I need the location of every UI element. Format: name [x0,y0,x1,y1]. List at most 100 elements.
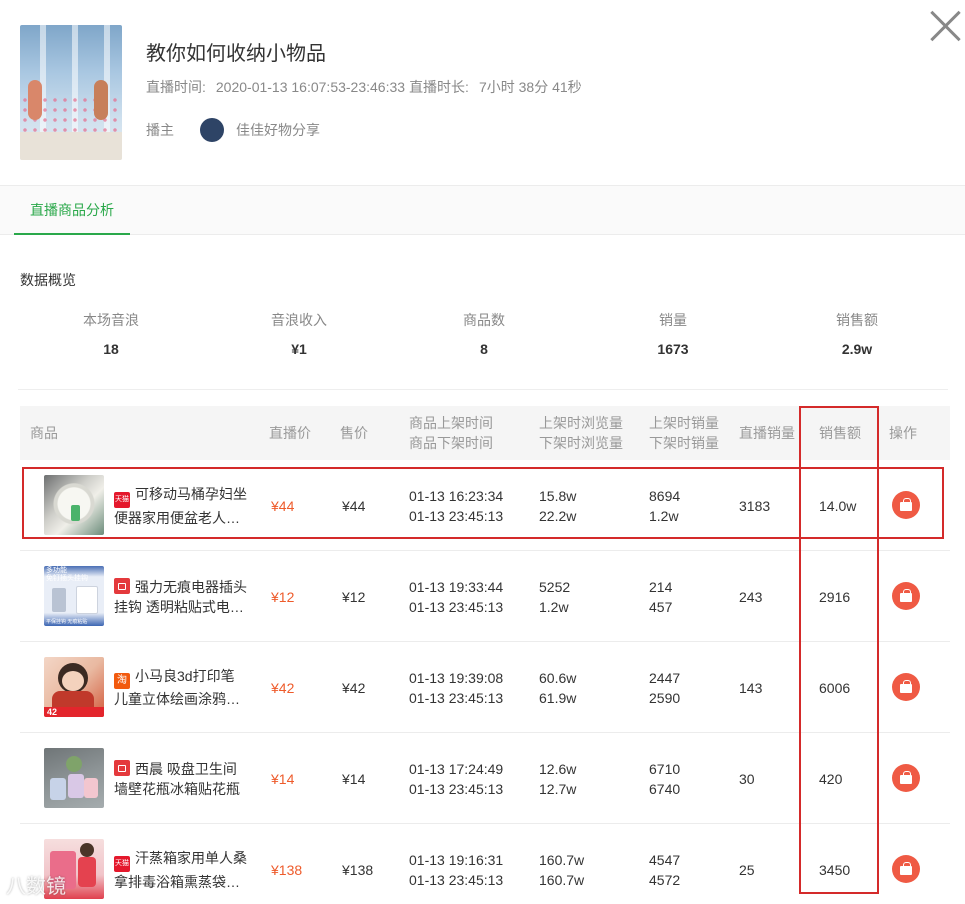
product-thumbnail[interactable]: 多功能 免钉插头挂钩 平保挂钩 无痕粘贴 [44,566,104,626]
sale-price: ¥14 [342,770,366,787]
close-icon[interactable] [929,9,961,41]
on-views: 12.6w [539,760,577,777]
th-revenue: 销售额 [819,425,861,441]
table-row[interactable]: 42 淘小马良3d打印笔 儿童立体绘画涂鸦… ¥42 ¥42 01-13 19:… [20,642,950,733]
sales: 2447 2590 [649,642,680,733]
shopping-bag-icon[interactable] [892,764,920,792]
overview-title: 数据概览 [20,272,76,288]
on-views: 5252 [539,578,571,595]
live-time-value: 2020-01-13 16:07:53-23:46:33 [215,79,406,95]
jd-icon [114,759,130,776]
sales: 214 457 [649,551,672,642]
th-live-sales: 直播销量 [739,425,795,441]
product-name[interactable]: 淘小马良3d打印笔 儿童立体绘画涂鸦… [114,642,256,733]
table-row[interactable]: 天猫 可移动马桶孕妇坐 便器家用便盆老人… ¥44 ¥44 01-13 16:23… [20,460,950,551]
off-views: 12.7w [539,780,577,797]
on-views: 15.8w [539,487,577,504]
on-time: 01-13 19:16:31 [409,851,504,868]
off-time: 01-13 23:45:13 [409,598,504,615]
live-title: 教你如何收纳小物品 [146,43,326,65]
th-price: 售价 [340,425,368,441]
live-price: ¥12 [271,588,295,605]
stat-revenue: 销售额 2.9w [764,310,950,357]
live-sales: 243 [739,588,763,605]
shopping-bag-icon[interactable] [892,491,920,519]
product-name[interactable]: 天猫 汗蒸箱家用单人桑 拿排毒浴箱熏蒸袋… [114,824,256,904]
off-views: 160.7w [539,871,585,888]
shopping-bag-icon[interactable] [892,855,920,883]
product-thumbnail[interactable] [44,475,104,535]
views: 15.8w 22.2w [539,460,576,551]
host-name[interactable]: 佳佳好物分享 [236,120,320,140]
table-row[interactable]: 多功能 免钉插头挂钩 平保挂钩 无痕粘贴 强力无痕电器插头 挂钩 透明粘贴式电… … [20,551,950,642]
table-row[interactable]: 天猫 汗蒸箱家用单人桑 拿排毒浴箱熏蒸袋… ¥138 ¥138 01-13 19:… [20,824,950,904]
product-name-line2: 挂钩 透明粘贴式电… [114,598,244,615]
stat-value: 8 [480,341,488,357]
on-views: 60.6w [539,669,577,686]
product-name[interactable]: 天猫 可移动马桶孕妇坐 便器家用便盆老人… [114,460,256,551]
tab-bar: 直播商品分析 [0,186,965,235]
off-views: 1.2w [539,598,569,615]
shelf-times: 01-13 19:16:31 01-13 23:45:13 [409,824,503,904]
host-info: 播主 佳佳好物分享 [146,118,320,142]
product-name-line2: 儿童立体绘画涂鸦… [114,691,240,707]
on-sales: 214 [649,578,673,595]
live-price: ¥44 [271,497,295,514]
on-sales: 4547 [649,851,681,868]
live-duration-label: 直播时长: [409,79,469,95]
off-views: 61.9w [539,689,577,706]
stat-value: 1673 [657,341,689,357]
live-cover-image [20,25,122,160]
stat-sound-income: 音浪收入 ¥1 [206,310,392,357]
on-sales: 2447 [649,669,681,686]
overview-stats: 本场音浪 18 音浪收入 ¥1 商品数 8 销量 1673 销售额 2.9w [18,310,948,390]
on-sales: 6710 [649,760,681,777]
tmall-icon: 天猫 [114,855,130,872]
product-name[interactable]: 强力无痕电器插头 挂钩 透明粘贴式电… [114,551,256,642]
sales: 6710 6740 [649,733,680,824]
product-thumbnail[interactable]: 42 [44,657,104,717]
off-sales: 4572 [649,871,681,888]
on-time: 01-13 17:24:49 [409,760,504,777]
views: 160.7w 160.7w [539,824,584,904]
table-row[interactable]: 西晨 吸盘卫生间 墙壁花瓶冰箱贴花瓶 ¥14 ¥14 01-13 17:24:4… [20,733,950,824]
product-name-line1: 小马良3d打印笔 [135,668,235,684]
host-avatar[interactable] [200,118,224,142]
live-sales: 25 [739,861,755,878]
revenue: 14.0w [819,497,857,514]
th-on-sales: 上架时销量 [649,415,719,431]
th-live-price: 直播价 [269,425,311,441]
live-duration-value: 7小时 38分 41秒 [478,79,582,95]
th-on-time: 商品上架时间 [409,415,493,431]
product-name[interactable]: 西晨 吸盘卫生间 墙壁花瓶冰箱贴花瓶 [114,733,256,824]
tmall-icon: 天猫 [114,491,130,508]
sale-price: ¥42 [342,679,366,696]
product-thumbnail[interactable] [44,748,104,808]
live-price: ¥42 [271,679,295,696]
th-on-views: 上架时浏览量 [539,415,623,431]
stat-label: 本场音浪 [83,312,139,328]
off-sales: 2590 [649,689,681,706]
th-product: 商品 [30,425,58,441]
sale-price: ¥12 [342,588,366,605]
shopping-bag-icon[interactable] [892,673,920,701]
stat-product-count: 商品数 8 [391,310,577,357]
off-views: 22.2w [539,507,577,524]
stat-label: 音浪收入 [271,312,327,328]
off-time: 01-13 23:45:13 [409,780,504,797]
stat-sound-wave: 本场音浪 18 [18,310,204,357]
on-time: 01-13 16:23:34 [409,487,504,504]
th-action: 操作 [889,425,917,441]
stat-value: 2.9w [841,341,873,357]
on-sales: 8694 [649,487,681,504]
th-off-views: 下架时浏览量 [539,435,623,451]
live-sales: 143 [739,679,763,696]
stat-label: 销售额 [836,312,878,328]
revenue: 420 [819,770,843,787]
th-shelf-time: 商品上架时间 商品下架时间 [409,406,493,460]
on-time: 01-13 19:39:08 [409,669,504,686]
tab-live-product-analysis[interactable]: 直播商品分析 [14,186,130,235]
shopping-bag-icon[interactable] [892,582,920,610]
table-header: 商品 直播价 售价 商品上架时间 商品下架时间 上架时浏览量 下架时浏览量 上架… [20,406,950,460]
sale-price: ¥44 [342,497,366,514]
